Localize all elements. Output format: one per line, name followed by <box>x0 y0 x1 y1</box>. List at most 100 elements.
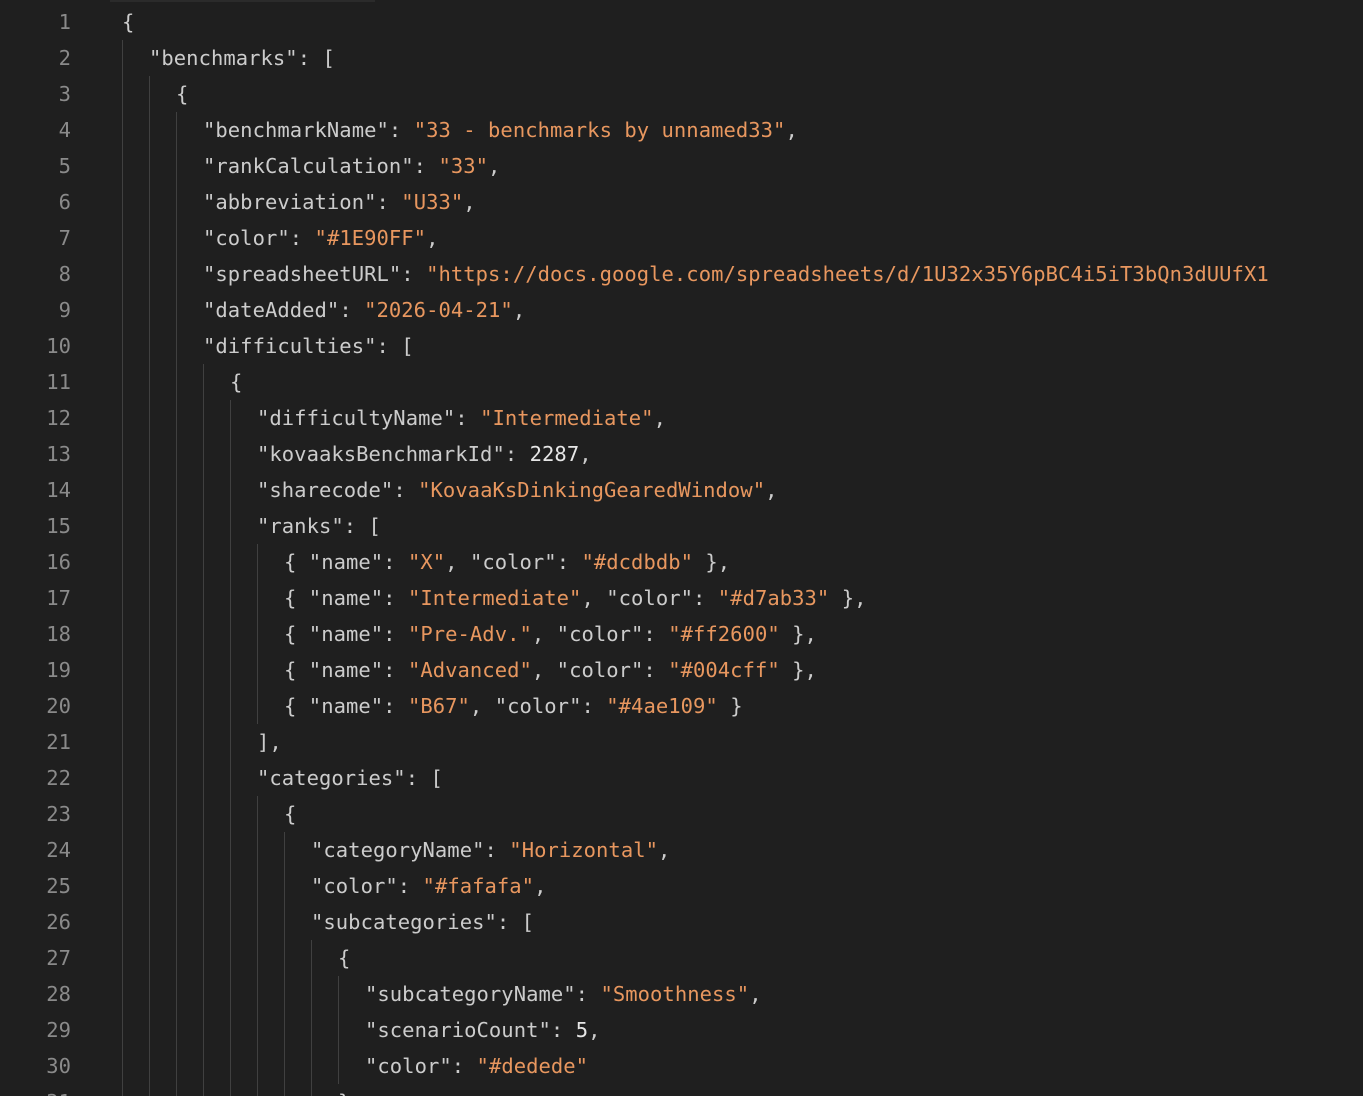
code-line[interactable]: 30 "color": "#dedede" <box>0 1048 1363 1084</box>
code-token: "#fafafa" <box>422 874 535 898</box>
code-line[interactable]: 15 "ranks": [ <box>0 508 1363 544</box>
code-line[interactable]: 25 "color": "#fafafa", <box>0 868 1363 904</box>
line-number: 11 <box>46 370 71 394</box>
indent-guide <box>230 472 231 508</box>
code-line[interactable]: 18 { "name": "Pre-Adv.", "color": "#ff260… <box>0 616 1363 652</box>
code-line[interactable]: 3{ <box>0 76 1363 112</box>
indent-guide <box>230 1048 231 1084</box>
indent-guide <box>203 832 204 868</box>
code-token: : [ <box>405 766 443 790</box>
code-token: : <box>550 1018 576 1042</box>
code-token: "2026-04-21" <box>364 298 513 322</box>
code-line[interactable]: 6 "abbreviation": "U33", <box>0 184 1363 220</box>
code-line[interactable]: 12 "difficultyName": "Intermediate", <box>0 400 1363 436</box>
indent-guide <box>176 616 177 652</box>
code-token: "sharecode" <box>257 478 394 502</box>
code-token: : [ <box>376 334 414 358</box>
indent-guide <box>176 544 177 580</box>
code-text: "categoryName": "Horizontal", <box>311 832 670 868</box>
code-line[interactable]: 22 "categories": [ <box>0 760 1363 796</box>
code-token: { <box>284 658 309 682</box>
code-line[interactable]: 2 "benchmarks": [ <box>0 40 1363 76</box>
indent-guide <box>149 544 150 580</box>
code-token: : [ <box>343 514 381 538</box>
line-number: 17 <box>46 586 71 610</box>
code-token: "#dcdbdb" <box>581 550 694 574</box>
code-line[interactable]: 9 "dateAdded": "2026-04-21", <box>0 292 1363 328</box>
code-line[interactable]: 8 "spreadsheetURL": "https://docs.google.… <box>0 256 1363 292</box>
line-number: 25 <box>46 874 71 898</box>
indent-guide <box>311 940 312 976</box>
indent-guide <box>230 976 231 1012</box>
code-line[interactable]: 20 { "name": "B67", "color": "#4ae109" } <box>0 688 1363 724</box>
indent-guide <box>149 148 150 184</box>
code-token: : <box>401 262 427 286</box>
code-token: 5 <box>575 1018 589 1042</box>
indent-guide <box>149 580 150 616</box>
indent-guide <box>284 832 285 868</box>
indent-guide <box>203 436 204 472</box>
code-line[interactable]: 1{ <box>0 4 1363 40</box>
line-number: 26 <box>46 910 71 934</box>
code-text: { "name": "B67", "color": "#4ae109" } <box>284 688 743 724</box>
indent-guide <box>203 364 204 400</box>
code-line[interactable]: 16 { "name": "X", "color": "#dcdbdb" }, <box>0 544 1363 580</box>
code-token: : <box>383 550 408 574</box>
code-line[interactable]: 27 { <box>0 940 1363 976</box>
code-token: : <box>455 406 481 430</box>
indent-guide <box>230 616 231 652</box>
indent-guide <box>149 256 150 292</box>
code-line[interactable]: 13 "kovaaksBenchmarkId": 2287, <box>0 436 1363 472</box>
indent-guide <box>122 508 123 544</box>
code-text: { "name": "Pre-Adv.", "color": "#ff2600"… <box>284 616 817 652</box>
editor-top-border <box>110 0 375 2</box>
code-line[interactable]: 17 { "name": "Intermediate", "color": "#d… <box>0 580 1363 616</box>
indent-guide <box>338 976 339 1012</box>
code-line[interactable]: 11 { <box>0 364 1363 400</box>
code-token: { <box>284 694 309 718</box>
code-line[interactable]: 29 "scenarioCount": 5, <box>0 1012 1363 1048</box>
line-number: 29 <box>46 1018 71 1042</box>
indent-guide <box>176 796 177 832</box>
code-editor[interactable]: 1{2 "benchmarks": [3{4 "benchmarkName": "3… <box>0 0 1363 1096</box>
indent-guide <box>284 976 285 1012</box>
indent-guide <box>122 364 123 400</box>
code-line[interactable]: 24 "categoryName": "Horizontal", <box>0 832 1363 868</box>
indent-guide <box>230 508 231 544</box>
line-number: 12 <box>46 406 71 430</box>
code-token: : <box>393 478 419 502</box>
code-line[interactable]: 21], <box>0 724 1363 760</box>
code-token: , <box>463 190 476 214</box>
indent-guide <box>122 832 123 868</box>
code-line[interactable]: 7 "color": "#1E90FF", <box>0 220 1363 256</box>
indent-guide <box>122 1048 123 1084</box>
code-text: { <box>176 76 188 112</box>
indent-guide <box>230 832 231 868</box>
code-token: "#4ae109" <box>606 694 718 718</box>
indent-guide <box>122 580 123 616</box>
code-line[interactable]: 10 "difficulties": [ <box>0 328 1363 364</box>
code-line[interactable]: 14 "sharecode": "KovaaKsDinkingGearedWind… <box>0 472 1363 508</box>
code-line[interactable]: 28 "subcategoryName": "Smoothness", <box>0 976 1363 1012</box>
line-number: 21 <box>46 730 71 754</box>
code-token: "difficulties" <box>203 334 377 358</box>
code-line[interactable]: 4 "benchmarkName": "33 - benchmarks by un… <box>0 112 1363 148</box>
indent-guide <box>149 652 150 688</box>
code-line[interactable]: 23 { <box>0 796 1363 832</box>
code-text: { <box>338 940 350 976</box>
line-number: 24 <box>46 838 71 862</box>
line-number: 30 <box>46 1054 71 1078</box>
indent-guide <box>284 1048 285 1084</box>
code-line[interactable]: 26 "subcategories": [ <box>0 904 1363 940</box>
indent-guide <box>176 940 177 976</box>
line-number: 16 <box>46 550 71 574</box>
indent-guide <box>311 1048 312 1084</box>
indent-guide <box>149 940 150 976</box>
code-line[interactable]: 5 "rankCalculation": "33", <box>0 148 1363 184</box>
code-line[interactable]: 31}, <box>0 1084 1363 1096</box>
indent-guide <box>203 400 204 436</box>
line-number: 20 <box>46 694 71 718</box>
code-line[interactable]: 19 { "name": "Advanced", "color": "#004cf… <box>0 652 1363 688</box>
line-number: 23 <box>46 802 71 826</box>
indent-guide <box>149 724 150 760</box>
